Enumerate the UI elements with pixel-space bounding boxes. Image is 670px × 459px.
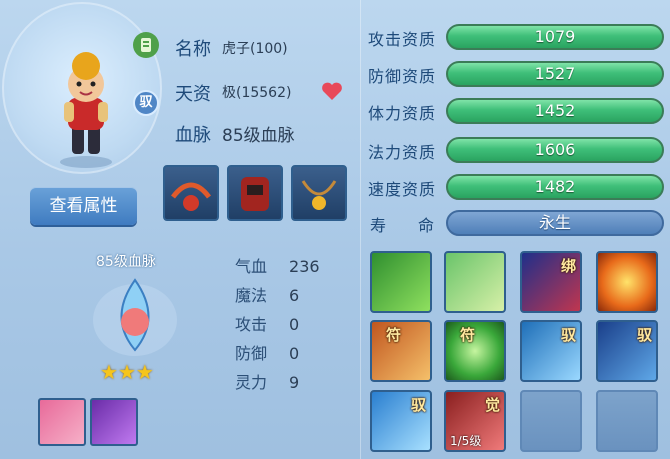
stat-label: 气血 [235,257,268,276]
bloodline-value: 85级血脉 [222,126,295,146]
stat-label: 攻击 [235,315,268,334]
bloodline-stats: 气血 236 魔法 6 攻击 0 防御 0 灵力 9 [235,252,320,397]
bloodline-gem-icon [90,272,180,362]
stamina-quality-bar: 1452 [446,98,664,124]
stat-label: 灵力 [235,373,268,392]
stat-value: 0 [289,344,300,363]
mount-tag: 驭 [560,326,576,344]
star-icon: ★ [100,360,118,384]
pet-character-image [60,52,112,168]
skill-slot-10[interactable]: 觉 1/5级 [444,390,506,452]
skill-slot-5[interactable]: 符 [370,320,432,382]
talisman-tag: 符 [460,326,476,344]
pet-portrait [2,2,162,174]
attack-quality-bar: 1079 [446,24,664,50]
bloodline-skill-1[interactable] [38,398,86,446]
star-icon: ★ [135,360,154,384]
life-label-a: 寿 [370,216,388,235]
name-label: 名称 [175,39,211,60]
name-value: 虎子(100) [222,41,288,57]
stat-value: 6 [289,286,300,305]
attack-quality-label: 攻击资质 [368,30,437,49]
aptitude-label: 天资 [175,84,211,105]
bloodline-label: 血脉 [175,125,211,146]
equipment-slot-1[interactable] [163,165,219,221]
stat-row: 攻击 0 [235,310,320,339]
life-bar: 永生 [446,210,664,236]
skill-slot-2[interactable] [444,251,506,313]
mount-tag: 驭 [636,326,652,344]
skill-slot-1[interactable] [370,251,432,313]
life-label-b: 命 [418,216,436,235]
stat-label: 防御 [235,344,268,363]
mana-quality-label: 法力资质 [368,143,437,162]
skill-slot-empty-2[interactable] [596,390,658,452]
bloodline-skill-2[interactable] [90,398,138,446]
awaken-level: 1/5级 [450,434,482,448]
bloodline-title: 85级血脉 [96,254,156,270]
stat-label: 魔法 [235,286,268,305]
skill-slot-4[interactable] [596,251,658,313]
pet-type-icon [133,32,159,58]
stat-row: 防御 0 [235,339,320,368]
divider [360,0,361,459]
stat-row: 灵力 9 [235,368,320,397]
mount-tag: 驭 [410,396,426,414]
defense-quality-label: 防御资质 [368,67,437,86]
mount-badge-icon: 驭 [133,90,159,116]
stat-value: 0 [289,315,300,334]
awaken-tag: 觉 [484,396,500,414]
stamina-quality-label: 体力资质 [368,104,437,123]
heart-icon[interactable] [320,80,344,106]
stat-value: 236 [289,257,320,276]
defense-quality-bar: 1527 [446,61,664,87]
equipment-slot-3[interactable] [291,165,347,221]
aptitude-value: 极(15562) [222,85,292,101]
bind-tag: 绑 [560,257,576,275]
pet-info-panel: 驭 名称 虎子(100) 天资 极(15562) 血脉 85级血脉 查看属性 8… [0,0,670,459]
skill-slot-8[interactable]: 驭 [596,320,658,382]
stat-row: 气血 236 [235,252,320,281]
equipment-slot-2[interactable] [227,165,283,221]
star-icon: ★ [117,360,136,384]
skill-slot-6[interactable]: 符 [444,320,506,382]
mana-quality-bar: 1606 [446,137,664,163]
stat-row: 魔法 6 [235,281,320,310]
skill-slot-7[interactable]: 驭 [520,320,582,382]
bloodline-stars: ★★★ [100,360,154,384]
stat-value: 9 [289,373,300,392]
skill-slot-3[interactable]: 绑 [520,251,582,313]
skill-slot-9[interactable]: 驭 [370,390,432,452]
talisman-tag: 符 [386,326,402,344]
speed-quality-label: 速度资质 [368,180,437,199]
speed-quality-bar: 1482 [446,174,664,200]
view-attributes-button[interactable]: 查看属性 [30,187,137,225]
skill-slot-empty-1[interactable] [520,390,582,452]
